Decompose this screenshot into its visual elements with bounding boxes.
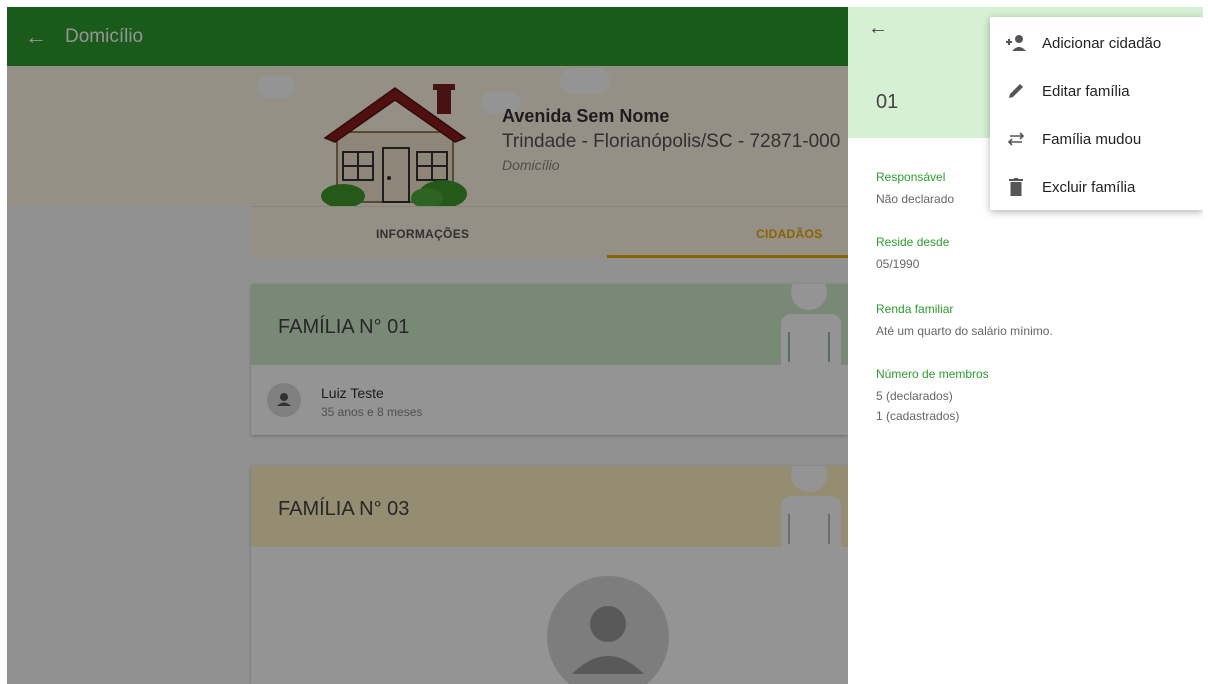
menu-item-editar-familia[interactable]: Editar família xyxy=(990,67,1203,115)
field-reside-desde: Reside desde 05/1990 xyxy=(876,235,949,273)
menu-item-label: Excluir família xyxy=(1042,178,1136,196)
menu-item-adicionar-cidadao[interactable]: Adicionar cidadão xyxy=(990,19,1203,67)
menu-item-familia-mudou[interactable]: Família mudou xyxy=(990,115,1203,163)
field-label: Responsável xyxy=(876,170,946,184)
menu-item-label: Família mudou xyxy=(1042,130,1142,148)
field-responsavel: Responsável Não declarado xyxy=(876,170,954,208)
field-label: Número de membros xyxy=(876,367,989,381)
field-label: Renda familiar xyxy=(876,302,954,316)
field-label: Reside desde xyxy=(876,235,950,249)
field-value: Até um quarto do salário mínimo. xyxy=(876,324,1053,338)
screen: ← Domicílio Avenida Sem Nome Trindade - xyxy=(7,7,1203,684)
overflow-menu: Adicionar cidadão Editar família Família… xyxy=(990,17,1203,210)
field-value: 1 (cadastrados) xyxy=(876,409,960,423)
menu-item-label: Editar família xyxy=(1042,82,1130,100)
swap-arrows-icon xyxy=(990,130,1042,148)
field-value: 05/1990 xyxy=(876,257,920,271)
field-value: Não declarado xyxy=(876,192,955,206)
family-number: 01 xyxy=(876,91,899,113)
scrim-overlay[interactable] xyxy=(7,7,848,684)
field-value: 5 (declarados) xyxy=(876,389,953,403)
field-numero-membros: Número de membros 5 (declarados) 1 (cada… xyxy=(876,367,989,425)
add-person-icon xyxy=(990,34,1042,52)
field-renda-familiar: Renda familiar Até um quarto do salário … xyxy=(876,302,1053,340)
menu-item-label: Adicionar cidadão xyxy=(1042,34,1162,52)
menu-item-excluir-familia[interactable]: Excluir família xyxy=(990,163,1203,211)
trash-icon xyxy=(990,178,1042,196)
back-arrow-icon[interactable]: ← xyxy=(868,17,888,40)
pencil-icon xyxy=(990,82,1042,100)
